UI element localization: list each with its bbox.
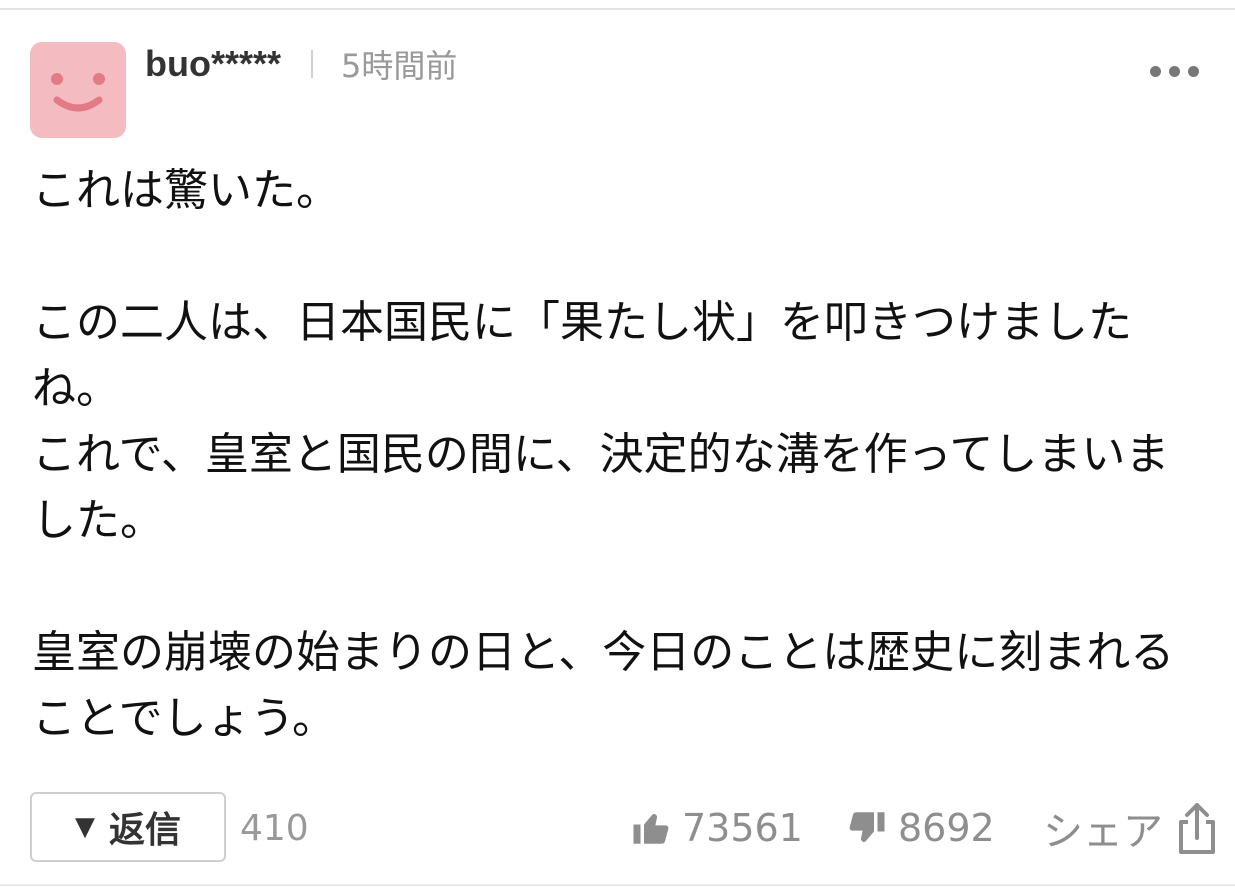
triangle-down-icon: ▼ (74, 812, 95, 842)
thumbs-down-icon (849, 812, 885, 842)
more-options-button[interactable] (1138, 50, 1210, 92)
comment-paragraph: 皇室の崩壊の始まりの日と、今日のことは歴史に刻まれることでしょう。 (32, 627, 1175, 744)
reply-button[interactable]: ▼ 返信 (30, 792, 226, 862)
more-dots-icon (1187, 65, 1199, 77)
share-icon (1179, 803, 1215, 854)
reply-button-label: 返信 (108, 810, 181, 851)
avatar[interactable] (30, 42, 126, 138)
comment-paragraph: この二人は、日本国民に「果たし状」を叩きつけましたね。 これで、皇室と国民の間に… (32, 297, 1170, 546)
timestamp: 5時間前 (341, 47, 458, 85)
bottom-divider (0, 884, 1235, 886)
username[interactable]: buo***** (145, 43, 281, 85)
like-count: 73561 (682, 806, 803, 850)
like-button[interactable]: 73561 (630, 800, 803, 856)
share-button[interactable]: シェア (1043, 800, 1219, 856)
comment-paragraph: これは驚いた。 (32, 165, 340, 216)
share-label: シェア (1043, 809, 1163, 855)
reply-count: 410 (240, 808, 309, 849)
more-dots-icon (1149, 65, 1161, 77)
dislike-button[interactable]: 8692 (846, 800, 995, 856)
smiley-face-icon (51, 73, 105, 112)
top-divider (0, 8, 1235, 10)
comment-body: これは驚いた。 この二人は、日本国民に「果たし状」を叩きつけましたね。 これで、… (32, 158, 1212, 752)
header-separator (311, 50, 314, 78)
thumbs-up-icon (633, 814, 669, 844)
more-dots-icon (1168, 65, 1180, 77)
dislike-count: 8692 (898, 806, 995, 850)
comment-header: buo***** 5時間前 (145, 40, 457, 88)
